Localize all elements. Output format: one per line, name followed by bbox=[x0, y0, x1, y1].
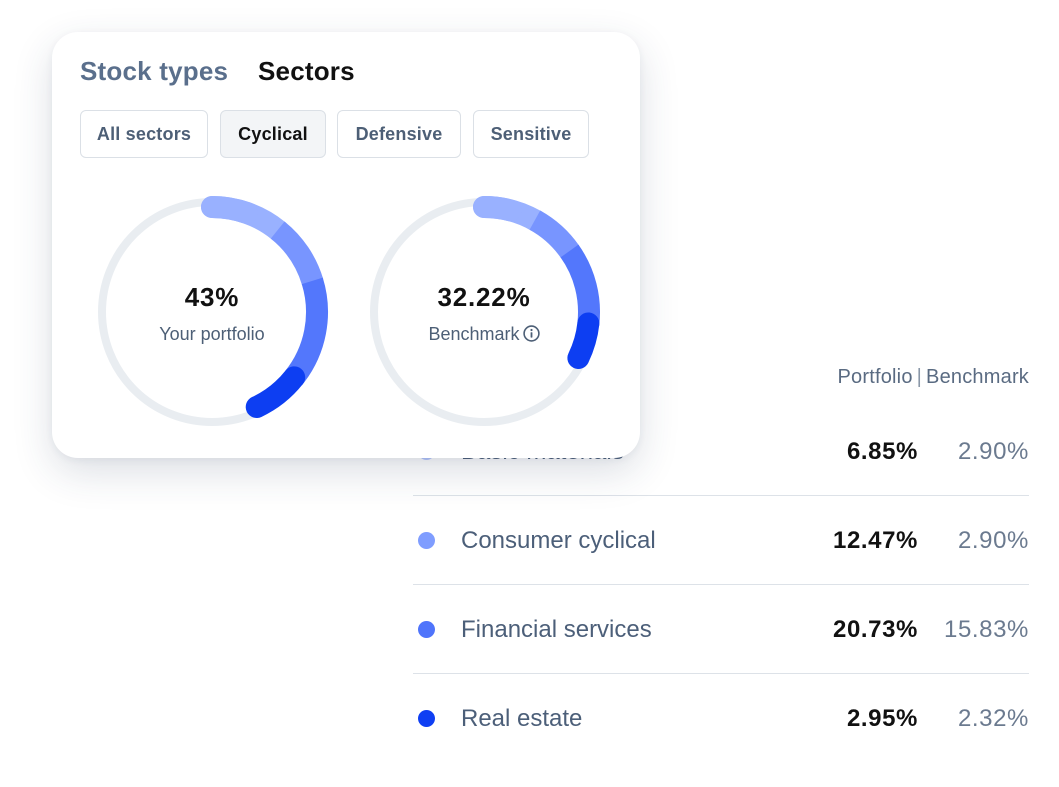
benchmark-arc-segment-2 bbox=[529, 210, 580, 259]
tab-sectors[interactable]: Sectors bbox=[258, 56, 355, 87]
portfolio-value: 20.73% bbox=[833, 616, 918, 643]
table-row: Real estate 2.95% 2.32% bbox=[413, 674, 1029, 763]
table-row: Financial services 20.73% 15.83% bbox=[413, 585, 1029, 674]
portfolio-percentage: 43% bbox=[184, 282, 240, 312]
filter-all-sectors[interactable]: All sectors bbox=[80, 110, 208, 158]
benchmark-value: 2.90% bbox=[957, 438, 1029, 465]
filter-defensive[interactable]: Defensive bbox=[337, 110, 461, 158]
sector-name: Financial services bbox=[461, 616, 652, 643]
benchmark-arc-start-cap bbox=[473, 195, 522, 222]
portfolio-donut: 43% Your portfolio bbox=[94, 194, 330, 430]
portfolio-value: 2.95% bbox=[846, 705, 918, 732]
info-icon[interactable] bbox=[522, 325, 540, 347]
sector-color-dot bbox=[418, 532, 435, 549]
benchmark-label-row: Benchmark bbox=[366, 324, 602, 347]
table-row: Consumer cyclical 12.47% 2.90% bbox=[413, 496, 1029, 585]
header-benchmark: Benchmark bbox=[926, 366, 1029, 388]
benchmark-value: 15.83% bbox=[944, 616, 1029, 643]
sector-name: Consumer cyclical bbox=[461, 527, 656, 554]
portfolio-label: Your portfolio bbox=[159, 324, 265, 344]
filter-cyclical[interactable]: Cyclical bbox=[220, 110, 326, 158]
benchmark-label: Benchmark bbox=[428, 324, 520, 344]
benchmark-donut: 32.22% Benchmark bbox=[366, 194, 602, 430]
column-header: Portfolio | Benchmark bbox=[837, 366, 1029, 389]
sector-allocation-card: Stock types Sectors All sectors Cyclical… bbox=[52, 32, 640, 458]
portfolio-arc-start-cap bbox=[201, 196, 258, 224]
sector-color-dot bbox=[418, 621, 435, 638]
benchmark-value: 2.90% bbox=[957, 527, 1029, 554]
portfolio-value: 12.47% bbox=[833, 527, 918, 554]
portfolio-arc-segment-2 bbox=[270, 221, 324, 286]
portfolio-value: 6.85% bbox=[846, 438, 918, 465]
filter-sensitive[interactable]: Sensitive bbox=[473, 110, 589, 158]
header-portfolio: Portfolio bbox=[837, 366, 913, 388]
portfolio-arc-segment-4 bbox=[245, 366, 306, 419]
benchmark-value: 2.32% bbox=[957, 705, 1029, 732]
tab-stock-types[interactable]: Stock types bbox=[80, 56, 228, 87]
sector-name: Real estate bbox=[461, 705, 583, 732]
benchmark-percentage: 32.22% bbox=[437, 282, 531, 312]
header-separator: | bbox=[916, 366, 923, 388]
sector-color-dot bbox=[418, 710, 435, 727]
